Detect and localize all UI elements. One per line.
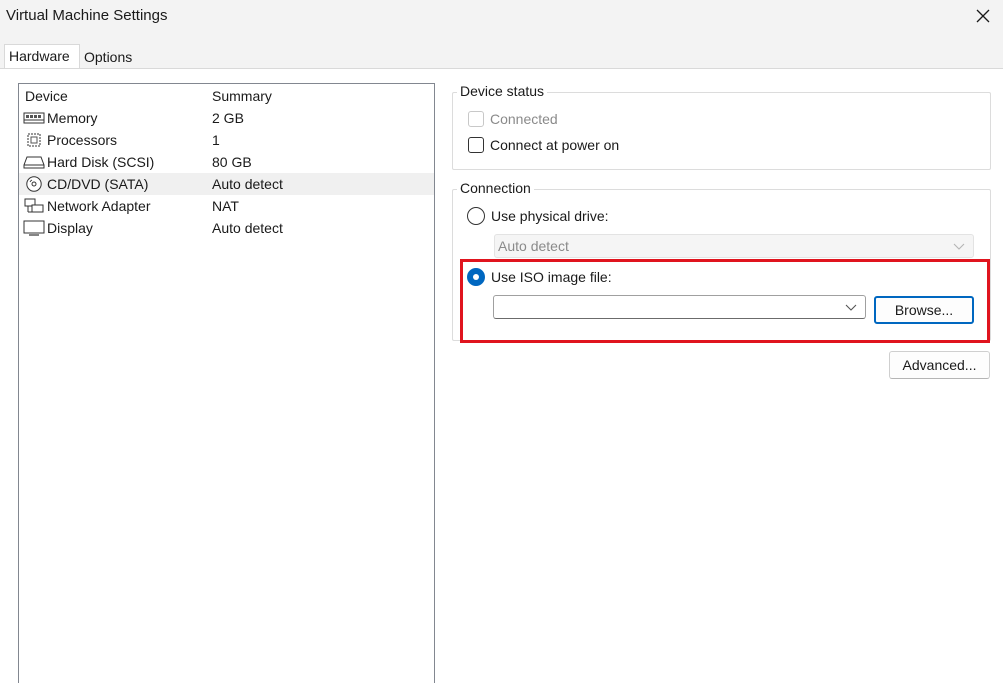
display-icon: [23, 220, 45, 236]
device-name: Network Adapter: [47, 198, 151, 214]
processor-icon: [27, 133, 41, 147]
device-status-legend: Device status: [457, 83, 548, 99]
use-iso-image-radio[interactable]: [467, 268, 485, 286]
device-summary: 80 GB: [212, 154, 252, 170]
hardware-tab-content: Device Summary Memory 2 GB Processors 1 …: [0, 68, 1003, 683]
device-name: Memory: [47, 110, 98, 126]
connect-power-on-row: Connect at power on: [468, 135, 619, 155]
window-title: Virtual Machine Settings: [6, 7, 168, 24]
use-iso-image-label: Use ISO image file:: [491, 269, 612, 285]
device-row-hard-disk[interactable]: Hard Disk (SCSI) 80 GB: [19, 151, 434, 173]
device-row-cd-dvd[interactable]: CD/DVD (SATA) Auto detect: [19, 173, 434, 195]
device-name: CD/DVD (SATA): [47, 176, 149, 192]
close-icon: [976, 9, 990, 23]
device-row-memory[interactable]: Memory 2 GB: [19, 107, 434, 129]
use-iso-image-row: Use ISO image file:: [467, 267, 612, 287]
device-name: Processors: [47, 132, 118, 148]
physical-drive-select[interactable]: Auto detect: [494, 234, 974, 258]
device-name: Display: [47, 220, 93, 236]
chevron-down-icon: [845, 304, 857, 311]
physical-drive-value: Auto detect: [498, 238, 569, 254]
device-name: Hard Disk (SCSI): [47, 154, 155, 170]
device-summary: Auto detect: [212, 220, 283, 236]
device-summary: NAT: [212, 198, 239, 214]
column-header-device[interactable]: Device: [25, 88, 68, 104]
column-header-summary[interactable]: Summary: [212, 88, 272, 104]
title-bar: Virtual Machine Settings: [0, 0, 1003, 36]
connect-at-power-on-label: Connect at power on: [490, 137, 620, 153]
device-summary: Auto detect: [212, 176, 283, 192]
browse-button[interactable]: Browse...: [874, 296, 974, 324]
device-status-group: Device status Connected Connect at power…: [452, 83, 991, 170]
close-button[interactable]: [963, 0, 1003, 32]
tab-hardware[interactable]: Hardware: [4, 44, 80, 69]
cd-dvd-icon: [26, 176, 42, 192]
device-row-display[interactable]: Display Auto detect: [19, 217, 434, 239]
hard-disk-icon: [23, 156, 45, 169]
device-summary: 2 GB: [212, 110, 244, 126]
device-row-processors[interactable]: Processors 1: [19, 129, 434, 151]
use-physical-drive-radio[interactable]: [467, 207, 485, 225]
connection-legend: Connection: [457, 180, 534, 196]
memory-icon: [23, 112, 45, 124]
connect-at-power-on-checkbox[interactable]: [468, 137, 484, 153]
device-summary: 1: [212, 132, 220, 148]
vm-settings-window: Virtual Machine Settings Hardware Option…: [0, 0, 1003, 683]
advanced-button[interactable]: Advanced...: [889, 351, 990, 379]
connected-checkbox[interactable]: [468, 111, 484, 127]
network-adapter-icon: [24, 198, 44, 213]
connected-label: Connected: [490, 111, 558, 127]
use-physical-drive-label: Use physical drive:: [491, 208, 609, 224]
tab-options[interactable]: Options: [80, 46, 138, 68]
device-list[interactable]: Device Summary Memory 2 GB Processors 1 …: [18, 83, 435, 683]
device-row-network-adapter[interactable]: Network Adapter NAT: [19, 195, 434, 217]
device-list-header: Device Summary: [19, 88, 434, 106]
iso-image-path-combo[interactable]: [493, 295, 866, 319]
connected-checkbox-row: Connected: [468, 109, 558, 129]
connection-group: Connection Use physical drive: Auto dete…: [452, 180, 991, 341]
use-physical-drive-row: Use physical drive:: [467, 206, 609, 226]
tab-bar: Hardware Options: [0, 36, 1003, 69]
chevron-down-icon: [953, 243, 965, 250]
